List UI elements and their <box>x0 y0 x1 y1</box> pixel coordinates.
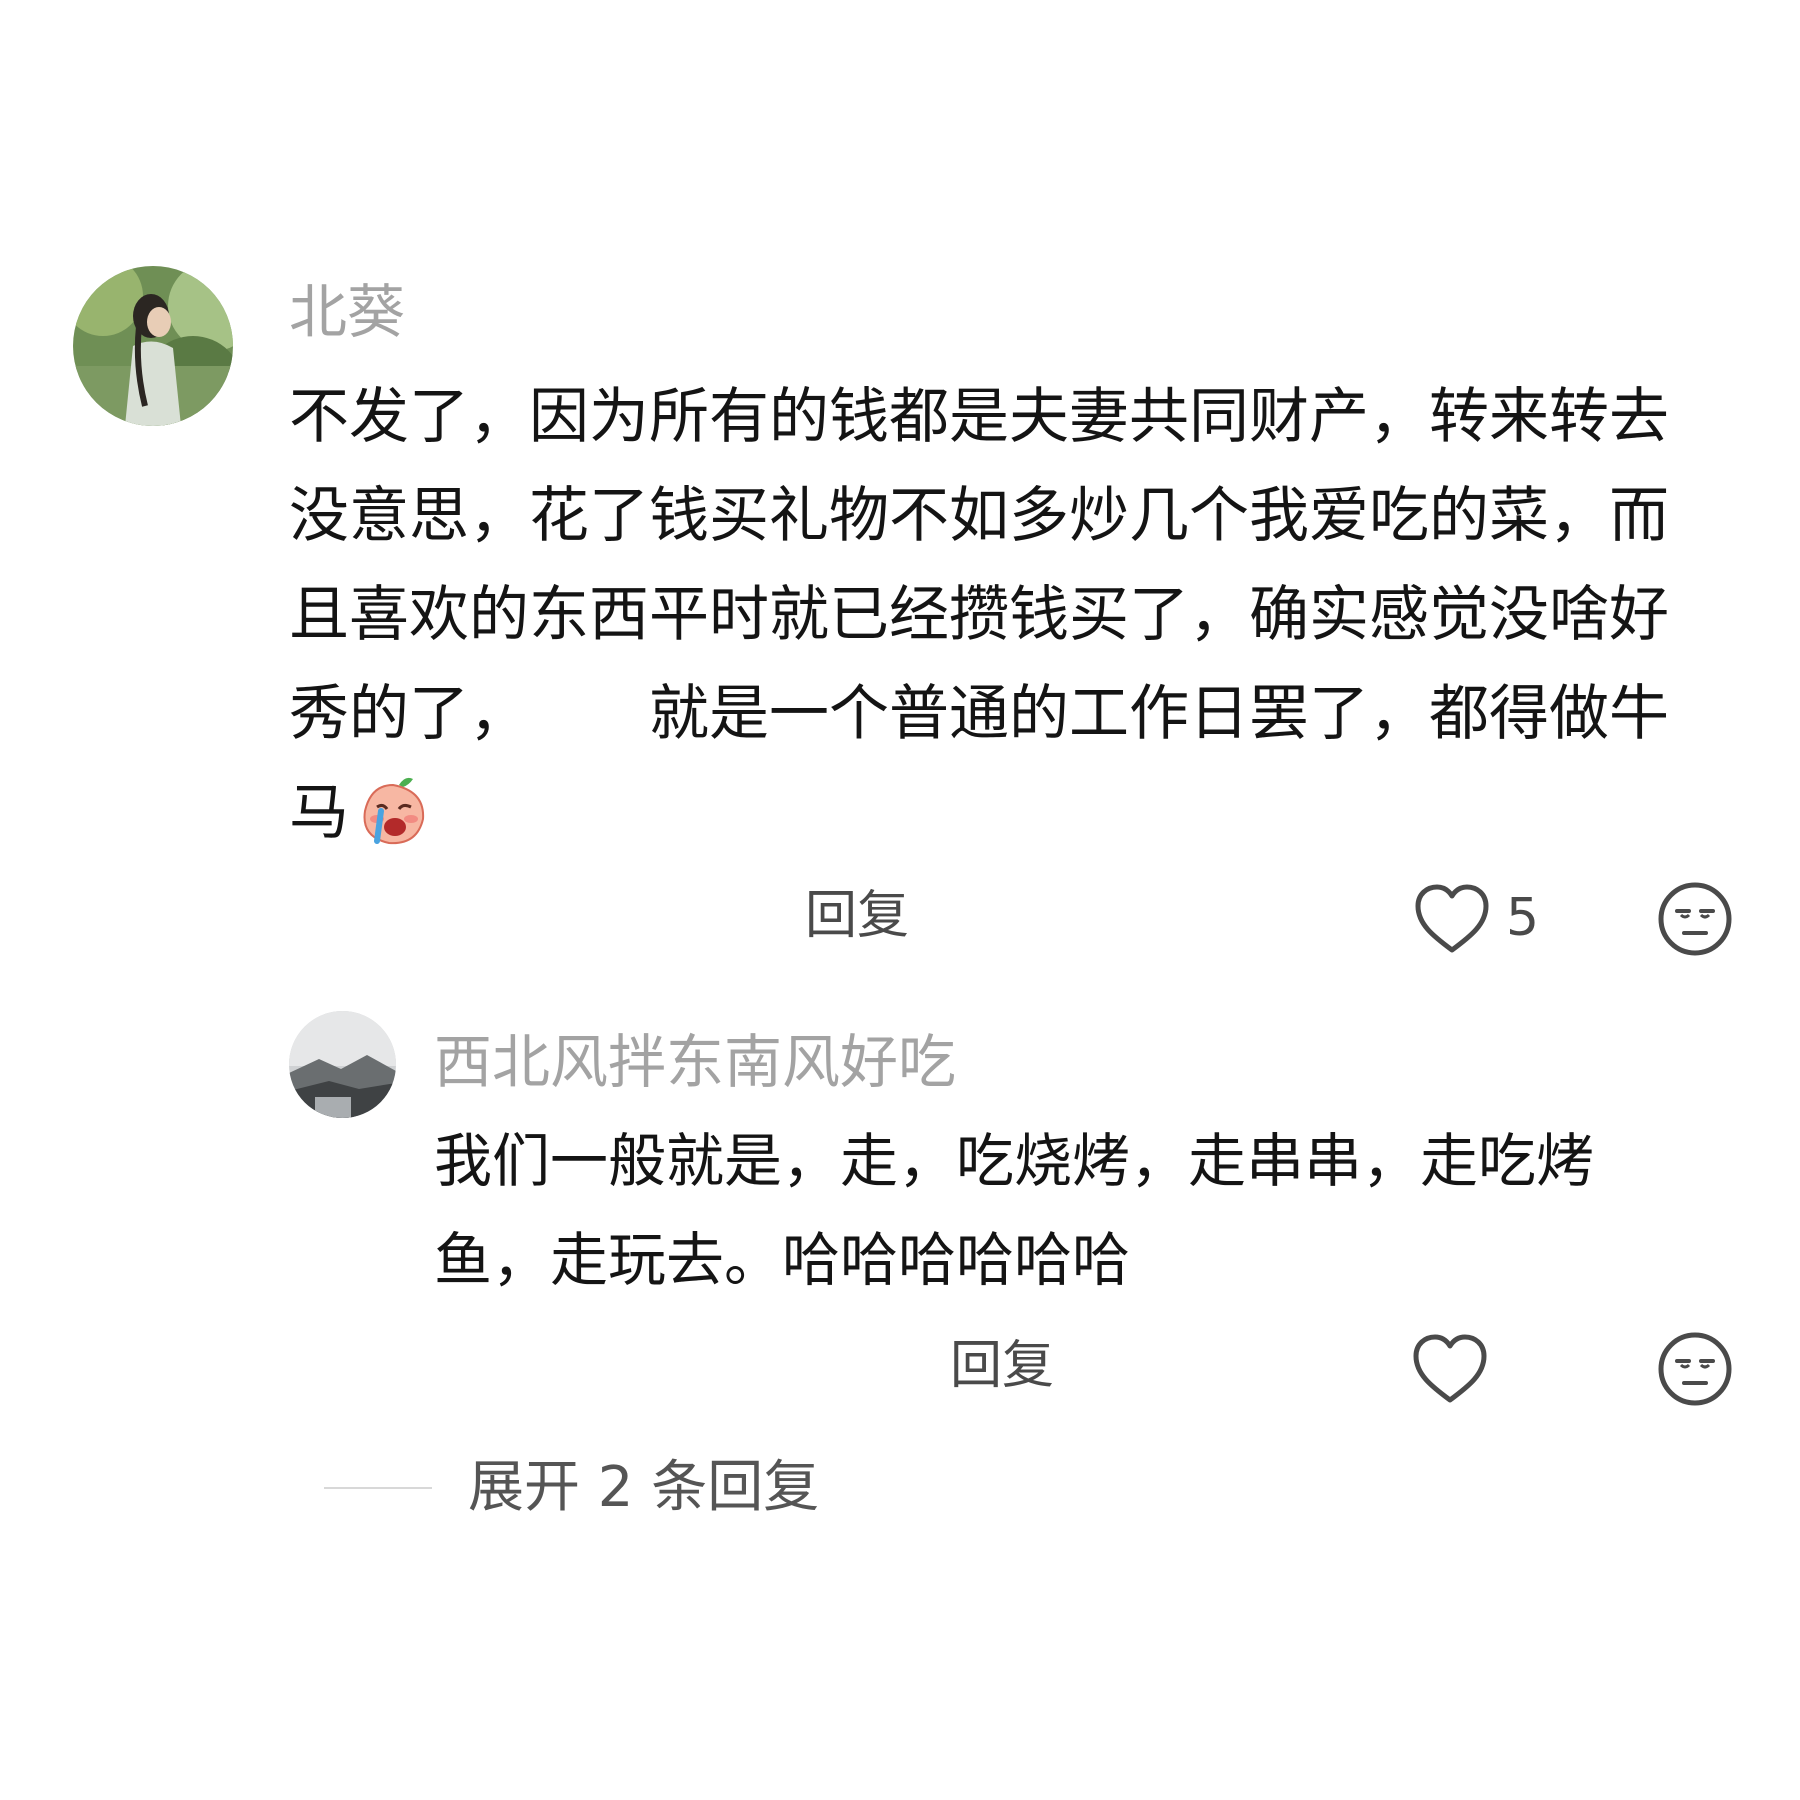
commenter-avatar[interactable] <box>73 266 233 426</box>
replier-avatar[interactable] <box>289 1011 396 1118</box>
comment-line: 没意思，花了钱买礼物不如多炒几个我爱吃的菜，而 <box>289 481 1669 551</box>
heart-outline-icon[interactable] <box>1411 1332 1489 1406</box>
comment-line: 马 <box>289 764 1669 863</box>
avatar-landscape-icon <box>289 1011 396 1118</box>
commenter-username[interactable]: 北葵 <box>289 280 405 344</box>
reply-body: 我们一般就是，走，吃烧烤，走串串，走吃烤 鱼，走玩去。哈哈哈哈哈哈 <box>434 1112 1594 1310</box>
reply-button[interactable]: 回复 <box>950 1336 1054 1396</box>
comment-line-part: 就是一个普通的工作日罢了，都得做牛 <box>649 679 1669 749</box>
replier-username[interactable]: 西北风拌东南风好吃 <box>434 1030 956 1094</box>
comment-body: 不发了，因为所有的钱都是夫妻共同财产，转来转去 没意思，花了钱买礼物不如多炒几个… <box>289 368 1669 863</box>
reply-line: 鱼，走玩去。哈哈哈哈哈哈 <box>434 1226 1131 1294</box>
comment-line-part: 秀的了， <box>289 679 529 749</box>
expand-replies-button[interactable]: 展开 2 条回复 <box>468 1455 819 1521</box>
like-count: 5 <box>1506 888 1540 948</box>
unamused-face-icon[interactable] <box>1657 1331 1733 1407</box>
unamused-face-icon[interactable] <box>1657 881 1733 957</box>
expand-divider <box>324 1487 432 1489</box>
comment-section: 北葵 不发了，因为所有的钱都是夫妻共同财产，转来转去 没意思，花了钱买礼物不如多… <box>0 0 1800 1800</box>
comment-line: 秀的了， 就是一个普通的工作日罢了，都得做牛 <box>289 665 1669 764</box>
heart-outline-icon[interactable] <box>1413 882 1491 956</box>
reply-button[interactable]: 回复 <box>805 886 909 946</box>
reply-line: 我们一般就是，走，吃烧烤，走串串，走吃烤 <box>434 1127 1595 1195</box>
avatar-photo-icon <box>73 266 233 426</box>
comment-line-part: 马 <box>289 778 349 848</box>
comment-line: 不发了，因为所有的钱都是夫妻共同财产，转来转去 <box>289 382 1669 452</box>
crying-peach-emoji-icon <box>353 771 433 851</box>
comment-line: 且喜欢的东西平时就已经攒钱买了，确实感觉没啥好 <box>289 580 1669 650</box>
